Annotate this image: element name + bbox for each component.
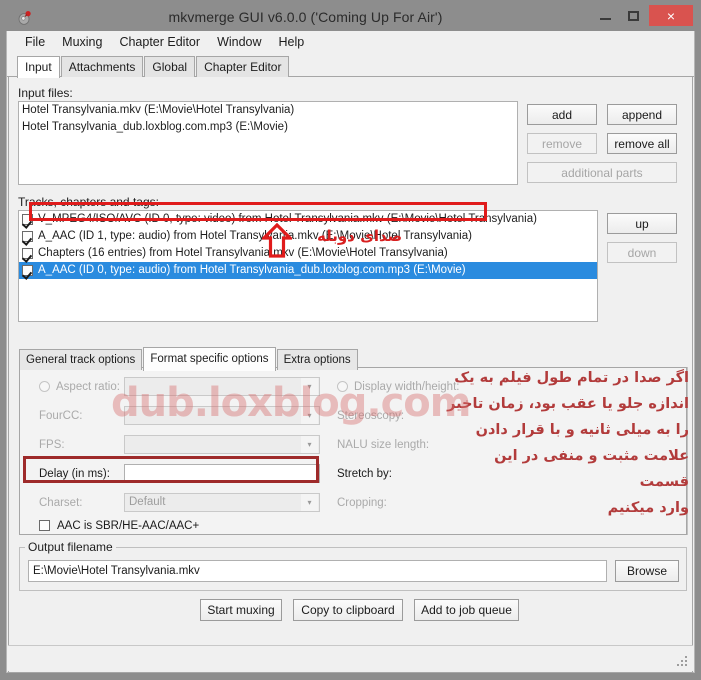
annotation-line: اگر صدا در تمام طول فیلم به یک: [454, 370, 689, 386]
annotation-line: را به میلی ثانیه و با قرار دادن: [475, 422, 689, 438]
track-checkbox[interactable]: [22, 214, 33, 225]
arrow-up-icon: [262, 223, 292, 258]
input-files-label: Input files:: [18, 86, 73, 100]
title-bar: mkvmerge GUI v6.0.0 ('Coming Up For Air'…: [6, 5, 695, 31]
tab-chapter-editor[interactable]: Chapter Editor: [196, 56, 290, 77]
additional-parts-button[interactable]: additional parts: [527, 162, 677, 183]
menu-item-muxing[interactable]: Muxing: [54, 33, 111, 51]
window-inner-frame: mkvmerge GUI v6.0.0 ('Coming Up For Air'…: [6, 5, 695, 673]
maximize-icon: [627, 11, 639, 21]
close-button[interactable]: ×: [649, 5, 693, 26]
nalu-size-length-label: NALU size length:: [337, 439, 430, 451]
track-checkbox[interactable]: [22, 265, 33, 276]
stretch-by-label: Stretch by:: [337, 468, 392, 480]
menu-bar: File Muxing Chapter Editor Window Help: [7, 31, 694, 53]
up-button[interactable]: up: [607, 213, 677, 234]
fps-label: FPS:: [39, 439, 65, 451]
resize-grip-icon[interactable]: [677, 656, 689, 668]
aspect-ratio-combo[interactable]: ▾: [124, 377, 320, 396]
annotation-line: علامت مثبت و منفی در این قسمت: [494, 448, 689, 490]
delay-label: Delay (in ms):: [39, 468, 110, 480]
track-checkbox[interactable]: [22, 231, 33, 242]
tab-input[interactable]: Input: [17, 56, 60, 78]
menu-item-chapter-editor[interactable]: Chapter Editor: [111, 33, 209, 51]
table-row[interactable]: A_AAC (ID 1, type: audio) from Hotel Tra…: [19, 228, 597, 245]
dub-audio-annotation: صدای دوبله: [317, 227, 403, 245]
chevron-down-icon[interactable]: ▾: [301, 407, 318, 424]
fourcc-combo[interactable]: ▾: [124, 406, 320, 425]
aspect-ratio-radio[interactable]: [39, 381, 50, 392]
fourcc-label: FourCC:: [39, 410, 83, 422]
track-checkbox[interactable]: [22, 248, 33, 259]
remove-button[interactable]: remove: [527, 133, 597, 154]
aspect-ratio-label: Aspect ratio:: [56, 381, 120, 393]
tab-global[interactable]: Global: [144, 56, 196, 77]
display-width-height-radio[interactable]: [337, 381, 348, 392]
stereoscopy-label: Stereoscopy:: [337, 410, 405, 422]
down-button[interactable]: down: [607, 242, 677, 263]
list-item[interactable]: Hotel Transylvania_dub.loxblog.com.mp3 (…: [19, 119, 517, 136]
cropping-label: Cropping:: [337, 497, 387, 509]
tab-attachments[interactable]: Attachments: [60, 56, 144, 77]
table-row-selected[interactable]: A_AAC (ID 0, type: audio) from Hotel Tra…: [19, 262, 597, 279]
menu-item-file[interactable]: File: [17, 33, 54, 51]
delay-input[interactable]: [124, 464, 320, 483]
chevron-down-icon[interactable]: ▾: [301, 378, 318, 395]
charset-label: Charset:: [39, 497, 83, 509]
table-row[interactable]: V_MPEG4/ISO/AVC (ID 0, type: video) from…: [19, 211, 597, 228]
input-files-list[interactable]: Hotel Transylvania.mkv (E:\Movie\Hotel T…: [18, 101, 518, 185]
tab-format-specific-options[interactable]: Format specific options: [143, 347, 276, 371]
fps-combo[interactable]: ▾: [124, 435, 320, 454]
minimize-icon: [599, 18, 611, 20]
remove-all-button[interactable]: remove all: [607, 133, 677, 154]
add-to-job-queue-button[interactable]: Add to job queue: [414, 599, 519, 621]
copy-to-clipboard-button[interactable]: Copy to clipboard: [293, 599, 403, 621]
minimize-button[interactable]: [591, 5, 619, 27]
browse-button[interactable]: Browse: [615, 560, 679, 582]
track-options-tab-strip: General track options Format specific op…: [19, 347, 359, 371]
list-item[interactable]: Hotel Transylvania.mkv (E:\Movie\Hotel T…: [19, 102, 517, 119]
tracks-label: Tracks, chapters and tags:: [18, 195, 159, 209]
start-muxing-button[interactable]: Start muxing: [200, 599, 282, 621]
delay-instruction-annotation: اگر صدا در تمام طول فیلم به یک اندازه جل…: [443, 365, 689, 521]
annotation-line: اندازه جلو یا عقب بود، زمان تاخیر: [447, 396, 689, 412]
track-label: A_AAC (ID 1, type: audio) from Hotel Tra…: [38, 230, 472, 242]
close-icon: ×: [666, 7, 676, 24]
menu-item-window[interactable]: Window: [209, 33, 270, 51]
application-window: mkvmerge GUI v6.0.0 ('Coming Up For Air'…: [0, 0, 701, 680]
chevron-down-icon[interactable]: ▾: [301, 494, 318, 511]
track-label: Chapters (16 entries) from Hotel Transyl…: [38, 247, 448, 259]
maximize-button[interactable]: [619, 5, 647, 27]
tracks-list[interactable]: V_MPEG4/ISO/AVC (ID 0, type: video) from…: [18, 210, 598, 322]
chevron-down-icon[interactable]: ▾: [301, 436, 318, 453]
tab-extra-options[interactable]: Extra options: [276, 349, 358, 370]
aac-sbr-checkbox[interactable]: [39, 520, 50, 531]
charset-value: Default: [129, 496, 166, 508]
charset-combo[interactable]: Default ▾: [124, 493, 320, 512]
append-button[interactable]: append: [607, 104, 677, 125]
status-bar: [8, 645, 693, 671]
aac-sbr-label: AAC is SBR/HE-AAC/AAC+: [57, 520, 200, 532]
output-filename-input[interactable]: [28, 560, 607, 582]
tab-general-track-options[interactable]: General track options: [19, 349, 143, 370]
input-page: Input files: Hotel Transylvania.mkv (E:\…: [8, 77, 693, 673]
main-tab-strip: Input Attachments Global Chapter Editor: [7, 55, 694, 78]
table-row[interactable]: Chapters (16 entries) from Hotel Transyl…: [19, 245, 597, 262]
track-label: A_AAC (ID 0, type: audio) from Hotel Tra…: [38, 264, 466, 276]
add-button[interactable]: add: [527, 104, 597, 125]
annotation-line: وارد میکنیم: [607, 500, 689, 516]
menu-item-help[interactable]: Help: [271, 33, 314, 51]
output-filename-legend: Output filename: [25, 540, 116, 554]
